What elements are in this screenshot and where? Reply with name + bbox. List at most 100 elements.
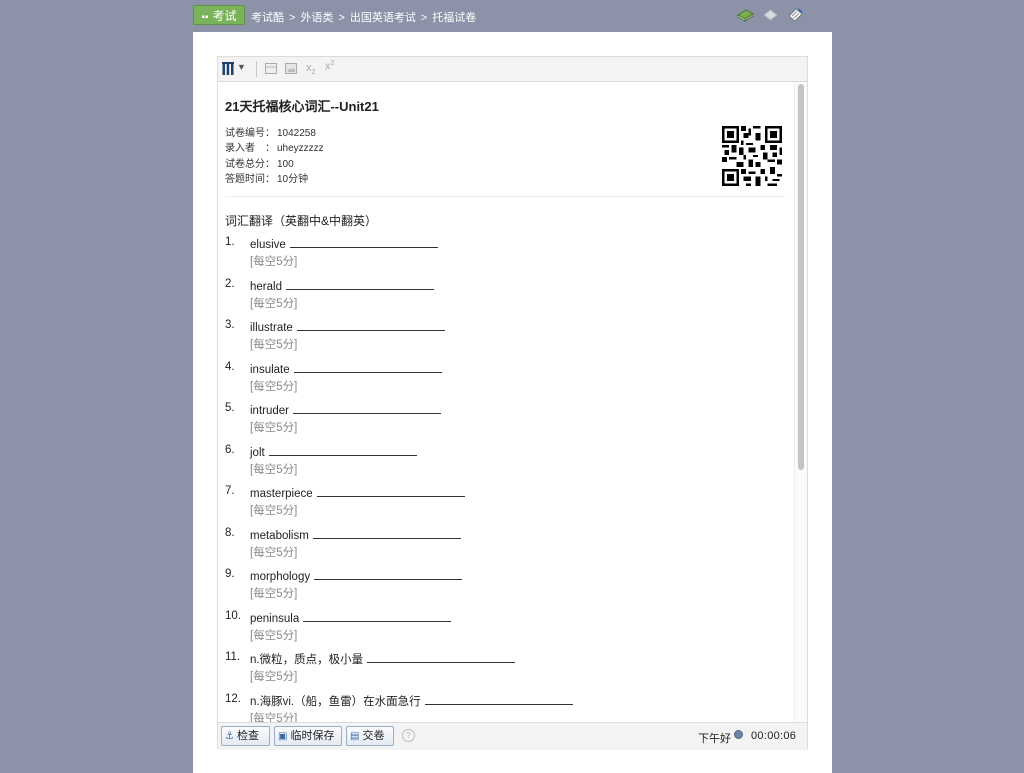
question-score: [每空5分] [250, 297, 298, 310]
question-text: morphology [250, 568, 463, 583]
breadcrumb-item-foreign-language[interactable]: 外语类 [300, 12, 333, 24]
exam-panel: ▼ x2 x2 21天托福核心词汇--Unit21 试卷编号： 1042258 录… [193, 32, 832, 773]
image-icon[interactable] [285, 63, 297, 74]
answer-blank[interactable] [289, 236, 438, 248]
breadcrumb-separator: > [338, 12, 345, 24]
columns-icon[interactable] [222, 62, 234, 75]
question-text: elusive [250, 236, 438, 251]
question-number: 7. [225, 485, 235, 497]
question-score: [每空5分] [250, 339, 298, 351]
scrollbar[interactable] [794, 82, 807, 722]
table-icon[interactable] [265, 63, 277, 74]
answer-blank[interactable] [285, 278, 434, 290]
answer-blank[interactable] [424, 693, 573, 705]
question-text: herald [250, 278, 434, 293]
answer-blank[interactable] [367, 651, 516, 663]
breadcrumb-item-toefl[interactable]: 托福试卷 [432, 12, 476, 24]
question-score: [每空5分] [250, 505, 298, 517]
submit-button[interactable]: ▤ 交卷 [346, 726, 394, 746]
question-text: metabolism [250, 527, 461, 542]
timer-text: 00:00:06 [751, 730, 797, 742]
question-number: 12. [225, 692, 241, 705]
meta-row-time: 答题时间： 10分钟 [225, 172, 324, 187]
question-word: herald [250, 280, 282, 293]
answer-blank[interactable] [268, 444, 417, 456]
question-number: 2. [225, 277, 235, 290]
question-number: 5. [225, 402, 235, 414]
paper-meta: 试卷编号： 1042258 录入者 ： uheyzzzzz 试卷总分： 100 答题时… [225, 126, 324, 187]
meta-row-id: 试卷编号： 1042258 [225, 126, 324, 141]
section-title: 词汇翻译（英翻中&中翻英） [225, 214, 378, 228]
question-number: 9. [225, 568, 235, 580]
question-word: metabolism [250, 529, 309, 542]
question-text: masterpiece [250, 485, 465, 500]
top-icon-group [736, 6, 805, 24]
dropdown-arrow-icon[interactable]: ▼ [237, 62, 246, 72]
qr-code-icon [722, 126, 782, 186]
submit-icon: ▤ [350, 731, 360, 742]
save-button-label: 临时保存 [290, 730, 335, 742]
question-number: 1. [225, 236, 235, 248]
question-text: illustrate [250, 319, 445, 334]
breadcrumb-separator: > [420, 12, 428, 24]
answer-blank[interactable] [293, 402, 441, 414]
bottom-bar: ⚓ 检查 ▣ 临时保存 ▤ 交卷 ? 下午好 00:00:06 [218, 722, 807, 750]
toolbar-separator [256, 61, 257, 77]
answer-blank[interactable] [293, 361, 442, 373]
meta-label: 录入者 ： [225, 143, 275, 155]
question-word: masterpiece [250, 488, 313, 500]
answer-blank[interactable] [296, 319, 445, 331]
help-icon[interactable]: ? [402, 729, 415, 742]
scrollbar-thumb[interactable] [798, 84, 804, 470]
question-text: n.微粒，质点，极小量 [250, 651, 516, 667]
check-icon: ⚓ [225, 731, 234, 742]
question-score: [每空5分] [250, 422, 298, 434]
question-score: [每空5分] [250, 671, 298, 683]
meta-value: 10分钟 [277, 173, 309, 185]
breadcrumb-item-abroad-english[interactable]: 出国英语考试 [350, 12, 416, 24]
breadcrumb-item-kaoshiku[interactable]: 考试酷 [251, 12, 284, 24]
meta-value: uheyzzzzz [277, 143, 324, 155]
question-number: 8. [225, 526, 235, 539]
question-word: jolt [250, 446, 265, 459]
check-button[interactable]: ⚓ 检查 [221, 726, 270, 746]
notepad-icon[interactable] [786, 6, 805, 24]
question-number: 3. [225, 319, 235, 331]
greeting-text: 下午好 [698, 733, 731, 745]
meta-value: 100 [277, 158, 294, 170]
meta-row-total: 试卷总分： 100 [225, 157, 324, 172]
breadcrumb-separator: > [289, 12, 296, 24]
question-word: peninsula [250, 612, 300, 625]
question-number: 4. [225, 360, 235, 373]
question-text: insulate [250, 361, 442, 376]
answer-blank[interactable] [316, 485, 465, 497]
question-text: intruder [250, 402, 441, 417]
question-score: [每空5分] [250, 256, 298, 268]
exam-button[interactable]: ▪▪ 考试 [193, 5, 245, 25]
question-score: [每空5分] [250, 588, 298, 600]
meta-row-author: 录入者 ： uheyzzzzz [225, 141, 324, 156]
meta-value: 1042258 [277, 128, 316, 139]
question-score: [每空5分] [250, 463, 298, 476]
meta-label: 试卷编号： [225, 128, 275, 139]
answer-blank[interactable] [314, 568, 463, 580]
question-word: insulate [250, 363, 290, 376]
question-text: peninsula [250, 610, 452, 625]
book-icon[interactable] [736, 6, 755, 24]
question-number: 11. [225, 651, 241, 663]
superscript-icon[interactable]: x2 [325, 60, 334, 73]
layers-icon[interactable] [761, 6, 780, 24]
question-score: [每空5分] [250, 546, 298, 559]
question-word: elusive [250, 239, 286, 251]
exam-content: 21天托福核心词汇--Unit21 试卷编号： 1042258 录入者 ： uhey… [218, 82, 795, 722]
question-score: [每空5分] [250, 712, 298, 723]
question-text: n.海豚vi.（船，鱼雷）在水面急行 [250, 693, 573, 709]
subscript-icon[interactable]: x2 [306, 62, 315, 76]
question-number: 6. [225, 443, 235, 456]
answer-blank[interactable] [312, 527, 461, 539]
meta-label: 答题时间： [225, 173, 275, 185]
question-text: jolt [250, 444, 417, 459]
save-draft-button[interactable]: ▣ 临时保存 [274, 726, 342, 746]
question-word: n.海豚vi.（船，鱼雷）在水面急行 [250, 695, 421, 708]
answer-blank[interactable] [303, 610, 452, 622]
